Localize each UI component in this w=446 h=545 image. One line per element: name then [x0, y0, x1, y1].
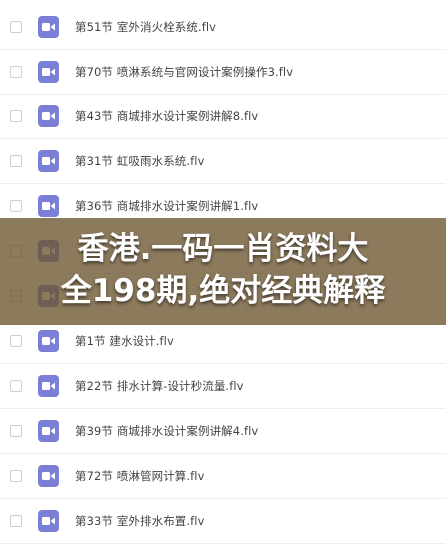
video-file-icon [38, 419, 59, 442]
video-file-icon [38, 60, 59, 83]
row-checkbox[interactable] [10, 514, 22, 527]
row-checkbox[interactable] [10, 65, 22, 78]
video-file-icon [38, 374, 59, 397]
video-file-icon [38, 509, 59, 532]
file-row[interactable]: 第31节 虹吸雨水系统.flv [0, 139, 446, 184]
video-file-icon [38, 15, 59, 38]
video-file-icon [38, 104, 59, 127]
file-name[interactable]: 第72节 喷淋管网计算.flv [75, 468, 205, 484]
video-file-icon [38, 329, 59, 352]
file-name[interactable]: 第22节 排水计算-设计秒流量.flv [75, 378, 244, 394]
video-file-icon [38, 149, 59, 172]
file-name[interactable]: 第39节 商城排水设计案例讲解4.flv [75, 423, 258, 439]
row-checkbox[interactable] [10, 20, 22, 33]
file-name[interactable]: 第51节 室外消火栓系统.flv [75, 19, 216, 35]
file-row[interactable]: 第39节 商城排水设计案例讲解4.flv [0, 409, 446, 454]
file-name[interactable]: 第43节 商城排水设计案例讲解8.flv [75, 108, 258, 124]
file-row[interactable]: 第51节 室外消火栓系统.flv [0, 5, 446, 50]
row-checkbox[interactable] [10, 154, 22, 167]
file-row[interactable]: 第43节 商城排水设计案例讲解8.flv [0, 94, 446, 139]
row-checkbox[interactable] [10, 424, 22, 437]
file-name[interactable]: 第70节 喷淋系统与官网设计案例操作3.flv [75, 64, 293, 80]
row-checkbox[interactable] [10, 334, 22, 347]
row-checkbox[interactable] [10, 109, 22, 122]
file-row[interactable]: 第72节 喷淋管网计算.flv [0, 454, 446, 499]
promo-text: 香港.一码一肖资料大 全198期,绝对经典解释 [0, 228, 446, 312]
promo-line-1: 香港.一码一肖资料大 [77, 231, 369, 267]
file-row[interactable]: 第33节 室外排水布置.flv [0, 499, 446, 544]
file-name[interactable]: 第36节 商城排水设计案例讲解1.flv [75, 198, 258, 214]
file-row[interactable]: 第70节 喷淋系统与官网设计案例操作3.flv [0, 50, 446, 95]
file-name[interactable]: 第31节 虹吸雨水系统.flv [75, 153, 205, 169]
row-checkbox[interactable] [10, 379, 22, 392]
promo-banner[interactable]: 香港.一码一肖资料大 全198期,绝对经典解释 [0, 218, 446, 325]
file-row[interactable]: 第22节 排水计算-设计秒流量.flv [0, 364, 446, 409]
row-checkbox[interactable] [10, 469, 22, 482]
file-name[interactable]: 第33节 室外排水布置.flv [75, 513, 205, 529]
video-file-icon [38, 464, 59, 487]
promo-line-2: 全198期,绝对经典解释 [60, 273, 386, 309]
file-name[interactable]: 第1节 建水设计.flv [75, 333, 174, 349]
file-row[interactable]: 第1节 建水设计.flv [0, 319, 446, 364]
video-file-icon [38, 194, 59, 217]
row-checkbox[interactable] [10, 199, 22, 212]
